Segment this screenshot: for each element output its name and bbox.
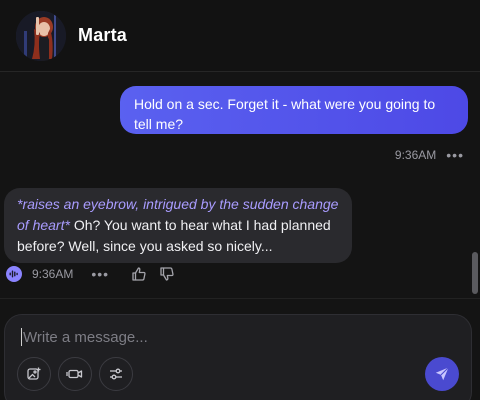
user-message-text: Hold on a sec. Forget it - what were you…	[134, 96, 436, 132]
image-add-icon	[27, 367, 41, 380]
video-camera-icon	[66, 369, 83, 379]
more-dots-icon[interactable]: •••	[446, 148, 464, 162]
message-time: 9:36AM	[394, 148, 437, 162]
thumbs-up-icon[interactable]	[131, 266, 147, 282]
avatar[interactable]	[16, 11, 66, 61]
video-button[interactable]	[58, 357, 92, 391]
settings-button[interactable]	[99, 357, 133, 391]
message-input-placeholder: Write a message...	[23, 328, 148, 346]
audio-wave-icon[interactable]	[6, 266, 22, 282]
scrollbar-thumb[interactable]	[472, 252, 478, 294]
thumbs-down-icon[interactable]	[159, 266, 175, 282]
message-input[interactable]: Write a message...	[21, 327, 401, 347]
send-icon	[435, 367, 449, 381]
user-message-bubble: Hold on a sec. Forget it - what were you…	[120, 86, 468, 134]
image-add-button[interactable]	[17, 357, 51, 391]
assistant-message-bubble: *raises an eyebrow, intrigued by the sud…	[4, 188, 352, 263]
message-composer: Write a message...	[4, 314, 472, 400]
chat-header: Marta	[0, 0, 480, 72]
user-message-meta: 9:36AM •••	[395, 148, 464, 162]
message-time: 9:36AM	[32, 267, 74, 281]
send-button[interactable]	[425, 357, 459, 391]
chat-app: Marta Hold on a sec. Forget it - what we…	[0, 0, 480, 400]
text-caret	[21, 328, 22, 346]
assistant-message-meta: 9:36AM •••	[6, 264, 187, 284]
divider	[0, 298, 480, 299]
message-list: Hold on a sec. Forget it - what were you…	[0, 72, 480, 298]
sliders-icon	[110, 368, 122, 380]
more-dots-icon[interactable]: •••	[91, 267, 109, 281]
contact-name: Marta	[78, 25, 128, 45]
